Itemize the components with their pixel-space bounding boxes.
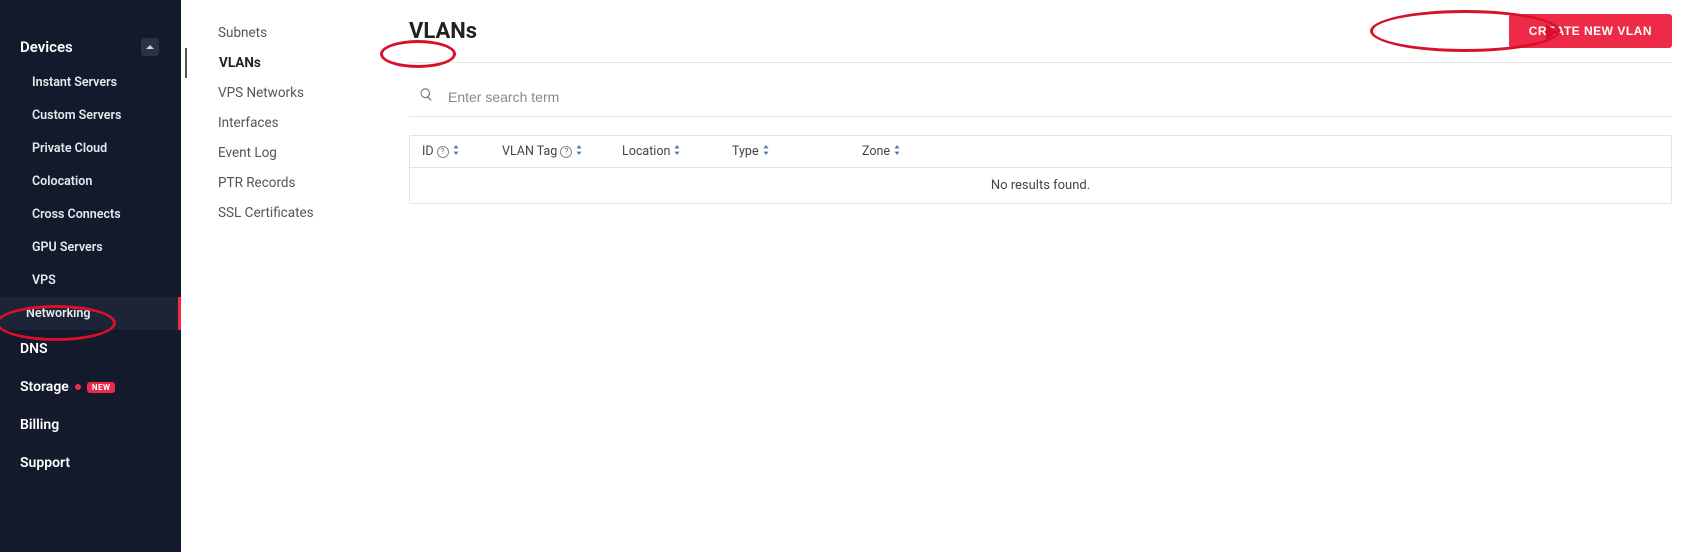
sort-icon[interactable] bbox=[575, 144, 583, 159]
chevron-up-icon bbox=[141, 38, 159, 56]
sidebar-item-vps[interactable]: VPS bbox=[0, 264, 181, 297]
sidebar-item-billing[interactable]: Billing bbox=[0, 406, 181, 444]
page-title: VLANs bbox=[409, 19, 477, 44]
annotation-arrow bbox=[1546, 24, 1558, 40]
search-row bbox=[409, 81, 1672, 117]
sort-icon[interactable] bbox=[893, 144, 901, 159]
create-new-vlan-button[interactable]: CREATE NEW VLAN bbox=[1509, 14, 1672, 48]
sidebar-item-private-cloud[interactable]: Private Cloud bbox=[0, 132, 181, 165]
secondary-nav: Subnets VLANs VPS Networks Interfaces Ev… bbox=[181, 0, 397, 552]
main-header: VLANs CREATE NEW VLAN bbox=[409, 14, 1672, 63]
primary-sidebar: Devices Instant Servers Custom Servers P… bbox=[0, 0, 181, 552]
subnav-item-ptr-records[interactable]: PTR Records bbox=[181, 168, 397, 198]
subnav-item-vps-networks[interactable]: VPS Networks bbox=[181, 78, 397, 108]
help-icon[interactable]: ? bbox=[560, 146, 572, 158]
main-content: VLANs CREATE NEW VLAN ID ? VLAN T bbox=[397, 0, 1702, 552]
sort-icon[interactable] bbox=[673, 144, 681, 159]
column-id[interactable]: ID ? bbox=[422, 144, 502, 159]
search-input[interactable] bbox=[448, 89, 1672, 105]
subnav-item-interfaces[interactable]: Interfaces bbox=[181, 108, 397, 138]
search-icon bbox=[419, 87, 434, 106]
sidebar-group-label: Devices bbox=[20, 38, 73, 56]
subnav-item-event-log[interactable]: Event Log bbox=[181, 138, 397, 168]
column-location[interactable]: Location bbox=[622, 144, 732, 159]
sidebar-item-support[interactable]: Support bbox=[0, 444, 181, 482]
sidebar-item-cross-connects[interactable]: Cross Connects bbox=[0, 198, 181, 231]
sidebar-group-devices[interactable]: Devices bbox=[0, 28, 181, 66]
sidebar-item-dns[interactable]: DNS bbox=[0, 330, 181, 368]
column-type[interactable]: Type bbox=[732, 144, 862, 159]
column-zone[interactable]: Zone bbox=[862, 144, 982, 159]
sort-icon[interactable] bbox=[452, 144, 460, 159]
sidebar-item-networking[interactable]: Networking bbox=[0, 297, 181, 330]
subnav-item-vlans[interactable]: VLANs bbox=[185, 48, 397, 78]
sidebar-item-colocation[interactable]: Colocation bbox=[0, 165, 181, 198]
vlans-table: ID ? VLAN Tag ? Location Type bbox=[409, 135, 1672, 204]
sidebar-item-storage[interactable]: Storage NEW bbox=[0, 368, 181, 406]
empty-state: No results found. bbox=[410, 168, 1671, 203]
sidebar-item-custom-servers[interactable]: Custom Servers bbox=[0, 99, 181, 132]
new-badge: NEW bbox=[87, 382, 116, 393]
sidebar-item-instant-servers[interactable]: Instant Servers bbox=[0, 66, 181, 99]
sidebar-item-gpu-servers[interactable]: GPU Servers bbox=[0, 231, 181, 264]
table-header: ID ? VLAN Tag ? Location Type bbox=[410, 136, 1671, 168]
new-dot-icon bbox=[75, 384, 81, 390]
column-vlan-tag[interactable]: VLAN Tag ? bbox=[502, 144, 622, 159]
subnav-item-ssl-certificates[interactable]: SSL Certificates bbox=[181, 198, 397, 228]
subnav-item-subnets[interactable]: Subnets bbox=[181, 18, 397, 48]
help-icon[interactable]: ? bbox=[437, 146, 449, 158]
sort-icon[interactable] bbox=[762, 144, 770, 159]
